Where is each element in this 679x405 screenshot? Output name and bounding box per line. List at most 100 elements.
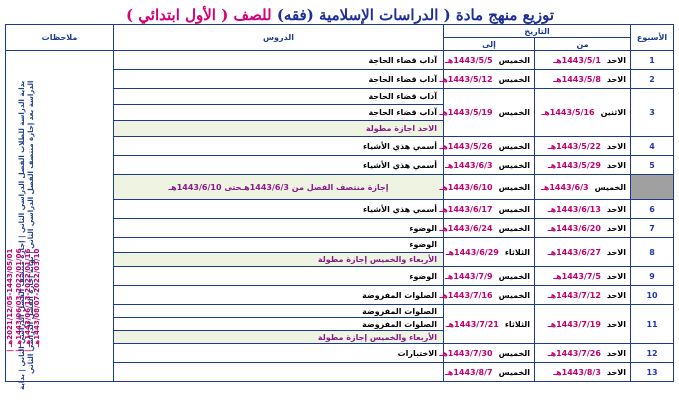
to-date: الخميس 1443/7/30هـ bbox=[439, 343, 536, 363]
day-label: الخميس bbox=[498, 204, 531, 214]
to-date: الثلاثاء 1443/6/29هـ bbox=[442, 237, 536, 267]
lesson-title: أسمي هذي الأشياء bbox=[113, 155, 444, 175]
week-number: 2 bbox=[630, 69, 675, 89]
schedule-body: 1 الاحد1443/5/1هـ الخميس1443/5/5هـ آداب قضا… bbox=[5, 50, 675, 390]
date-value: 1443/6/29هـ bbox=[445, 247, 499, 257]
week-number: 5 bbox=[630, 155, 675, 175]
from-date: الاحد 1443/5/1هـ bbox=[534, 50, 632, 70]
from-date: الاحد 1443/7/5هـ bbox=[534, 266, 632, 286]
lesson-title: الوضوء bbox=[113, 237, 444, 253]
from-date: الاحد 1443/7/12هـ bbox=[534, 285, 632, 305]
day-label: الثلاثاء bbox=[504, 247, 531, 257]
to-date: الخميس 1443/6/24هـ bbox=[439, 218, 536, 238]
day-label: الاثنين bbox=[600, 108, 627, 117]
day-label: الاحد bbox=[606, 55, 627, 65]
date-value: 1443/6/24هـ bbox=[439, 223, 493, 233]
day-label: الاحد bbox=[606, 141, 627, 151]
lesson-title: آداب قضاء الحاجة bbox=[113, 50, 444, 70]
title-grade: للصف ( الأول ابتدائي ) bbox=[125, 6, 272, 24]
lesson-title: الوضوء bbox=[113, 266, 444, 286]
date-value: 1443/5/8هـ bbox=[553, 74, 601, 84]
day-label: الخميس bbox=[498, 74, 531, 84]
date-value: 1443/6/10هـ bbox=[439, 182, 493, 192]
day-label: الاحد bbox=[606, 204, 627, 214]
from-date: الاحد 1443/6/27هـ bbox=[534, 237, 632, 267]
lesson-title: أسمي هذي الأشياء bbox=[113, 199, 444, 219]
day-label: الاحد bbox=[606, 271, 627, 281]
header-to: إلى bbox=[442, 37, 536, 51]
to-date: الخميس 1443/7/9هـ bbox=[442, 266, 536, 286]
day-label: الاحد bbox=[606, 74, 627, 84]
day-label: الخميس bbox=[498, 290, 531, 300]
from-date: الاحد 1443/5/29هـ bbox=[534, 155, 632, 175]
schedule-table: الأسبوع التاريخ الدروس ملاحظات من إلى 1ا… bbox=[5, 24, 675, 390]
date-value: 1443/5/1هـ bbox=[553, 55, 601, 65]
notes-dates: 2021/12/05-1443/05/01هـ | 2022/01/06-144… bbox=[6, 249, 41, 353]
to-date: الخميس 1443/5/26هـ bbox=[439, 136, 536, 156]
header-lessons: الدروس bbox=[113, 24, 444, 51]
day-label: الاحد bbox=[606, 160, 627, 170]
lesson-title: آداب قضاء الحاجة bbox=[113, 88, 444, 105]
from-date: الاحد 1443/5/8هـ bbox=[534, 69, 632, 89]
week-number: 8 bbox=[630, 237, 675, 267]
from-date: الاحد 1443/7/26هـ bbox=[534, 343, 632, 363]
day-label: الاحد bbox=[606, 319, 627, 329]
date-value: 1443/5/26هـ bbox=[439, 141, 493, 151]
table-row: 1 الاحد1443/5/1هـ الخميس1443/5/5هـ آداب قضا… bbox=[5, 50, 675, 390]
day-label: الاحد bbox=[606, 223, 627, 233]
date-value: 1443/5/5هـ bbox=[445, 55, 493, 65]
day-label: الخميس bbox=[498, 223, 531, 233]
lesson-title bbox=[113, 362, 444, 382]
date-value: 1443/7/5هـ bbox=[553, 271, 601, 281]
week-number bbox=[630, 174, 675, 200]
header-from: من bbox=[534, 37, 632, 51]
day-label: الخميس bbox=[498, 141, 531, 151]
page: { "title": { "main": "توزيع منهج مادة ( … bbox=[0, 0, 679, 405]
date-value: 1443/6/3هـ bbox=[541, 182, 589, 192]
date-value: 1443/7/19هـ bbox=[547, 319, 601, 329]
day-label: الاحد bbox=[606, 367, 627, 377]
lesson-title: أسمي هذي الأشياء bbox=[113, 136, 444, 156]
from-date: الاحد 1443/7/19هـ bbox=[534, 304, 632, 344]
lesson-title: آداب قضاء الحاجة bbox=[113, 104, 444, 121]
date-value: 1443/8/7هـ bbox=[445, 367, 493, 377]
from-date: الاحد 1443/6/13هـ bbox=[534, 199, 632, 219]
holiday-note: الاحد اجازة مطولة bbox=[113, 120, 444, 137]
title-main: توزيع منهج مادة ( الدراسات الإسلامية (فق… bbox=[271, 6, 554, 24]
lesson-title: الصلوات المفروضة bbox=[113, 285, 444, 305]
header-week: الأسبوع bbox=[630, 24, 675, 51]
from-date: الاحد 1443/6/20هـ bbox=[534, 218, 632, 238]
lesson-title: الصلوات المفروضة bbox=[113, 317, 444, 331]
header-notes: ملاحظات bbox=[5, 24, 114, 51]
week-number: 6 bbox=[630, 199, 675, 219]
week-number: 13 bbox=[630, 362, 675, 382]
day-label: الخميس bbox=[498, 55, 531, 65]
date-value: 1443/7/30هـ bbox=[439, 348, 493, 358]
date-value: 1443/7/26هـ bbox=[547, 348, 601, 358]
date-value: 1443/6/13هـ bbox=[547, 204, 601, 214]
to-date: الخميس 1443/6/17هـ bbox=[439, 199, 536, 219]
from-date: الاحد 1443/5/22هـ bbox=[534, 136, 632, 156]
to-date: الخميس 1443/7/16هـ bbox=[439, 285, 536, 305]
day-label: الاحد bbox=[606, 348, 627, 358]
from-date: الاثنين 1443/5/16هـ bbox=[534, 88, 632, 137]
day-label: الخميس bbox=[594, 182, 627, 192]
date-value: 1443/5/29هـ bbox=[547, 160, 601, 170]
to-date: الخميس 1443/5/5هـ bbox=[442, 50, 536, 70]
lesson-title: الصلوات المفروضة bbox=[113, 304, 444, 318]
date-value: 1443/7/9هـ bbox=[445, 271, 493, 281]
notes-cell: بداية الدراسة للطلاب الفصل الدراسي الثان… bbox=[5, 50, 114, 390]
lesson-title: الاختبارات bbox=[113, 343, 444, 363]
date-value: 1443/6/3هـ bbox=[445, 160, 493, 170]
day-label: الخميس bbox=[498, 160, 531, 170]
day-label: الاحد bbox=[606, 290, 627, 300]
to-date: الخميس 1443/5/12هـ bbox=[439, 69, 536, 89]
lesson-title: الوضوء bbox=[113, 218, 444, 238]
date-value: 1443/6/17هـ bbox=[439, 204, 493, 214]
week-number: 1 bbox=[630, 50, 675, 70]
to-date: الخميس 1443/6/10هـ bbox=[439, 174, 536, 200]
week-number: 12 bbox=[630, 343, 675, 363]
week-number: 3 bbox=[630, 88, 675, 137]
day-label: الخميس bbox=[498, 271, 531, 281]
date-value: 1443/6/27هـ bbox=[547, 247, 601, 257]
